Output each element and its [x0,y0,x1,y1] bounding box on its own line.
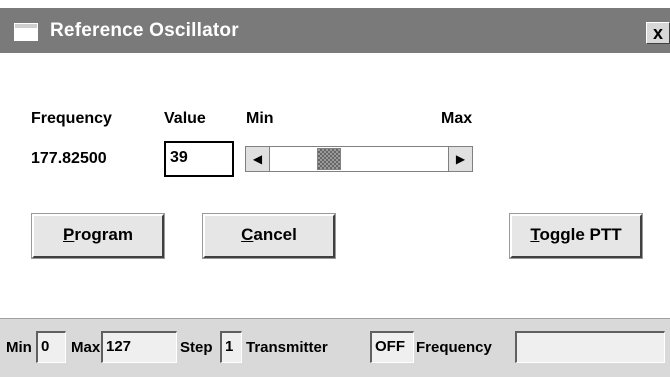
title-bar[interactable]: Reference Oscillator x [0,8,670,53]
program-label: rogram [74,225,133,244]
cancel-label: ancel [253,225,297,244]
cancel-button[interactable]: Cancel [203,214,335,258]
frequency-label: Frequency [31,110,112,127]
status-min-label: Min [6,339,32,356]
program-mnemonic: P [63,225,75,244]
status-bar: Min 0 Max 127 Step 1 Transmitter OFF Fre… [0,318,670,377]
toggle-ptt-label: oggle PTT [539,225,622,244]
window-title: Reference Oscillator [50,20,239,41]
status-frequency-value [515,331,665,363]
cancel-mnemonic: C [241,225,254,244]
value-label: Value [164,110,206,127]
status-step-label: Step [180,339,213,356]
slider-thumb[interactable] [317,148,342,170]
max-label: Max [441,110,473,127]
status-step-value: 1 [220,331,242,363]
dialog-body [0,53,670,318]
min-label: Min [246,110,274,127]
frequency-value: 177.82500 [31,150,107,167]
close-button[interactable]: x [646,22,670,44]
status-frequency-label: Frequency [416,339,492,356]
window-icon[interactable] [14,23,38,41]
status-min-value: 0 [36,331,66,363]
program-button[interactable]: Program [32,214,164,258]
slider-right-arrow-icon[interactable]: ▶ [448,147,472,171]
value-input[interactable]: 39 [164,141,234,177]
value-slider[interactable]: ◀ ▶ [245,146,473,172]
status-transmitter-value: OFF [370,331,414,363]
slider-left-arrow-icon[interactable]: ◀ [246,147,270,171]
status-transmitter-label: Transmitter [246,339,328,356]
status-max-value: 127 [101,331,177,363]
toggle-ptt-button[interactable]: Toggle PTT [510,214,642,258]
status-max-label: Max [71,339,101,356]
